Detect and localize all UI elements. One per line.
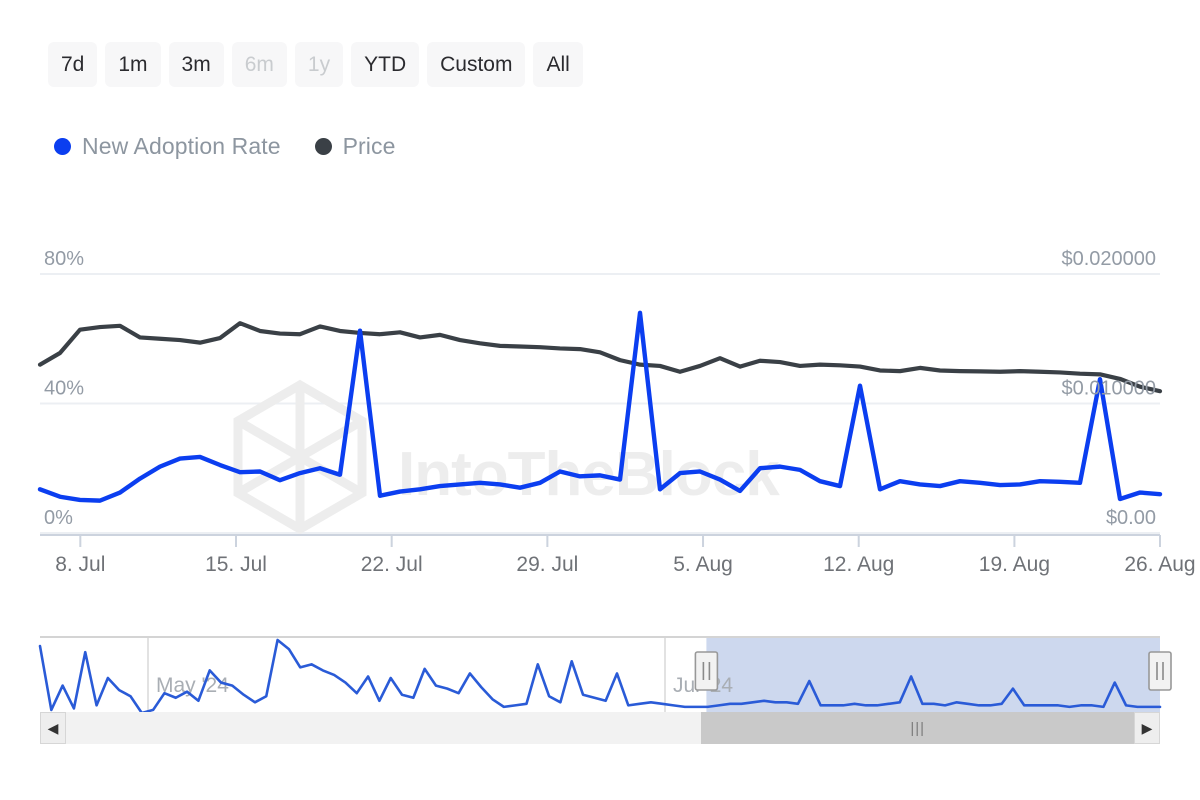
- right-axis-tick-label: $0.010000: [1061, 378, 1156, 400]
- range-button-1y: 1y: [295, 42, 343, 87]
- scrollbar-thumb[interactable]: |||: [701, 712, 1134, 744]
- x-axis-tick-label: 15. Jul: [205, 553, 267, 576]
- range-button-7d[interactable]: 7d: [48, 42, 97, 87]
- x-axis-tick-label: 26. Aug: [1124, 553, 1195, 576]
- circle-dot-icon: [54, 138, 71, 155]
- left-axis-tick-label: 0%: [44, 507, 73, 529]
- left-axis-labels: 0% 40% 80%: [44, 248, 84, 529]
- x-axis-tick-label: 8. Jul: [55, 553, 105, 576]
- left-axis-tick-label: 80%: [44, 248, 84, 270]
- legend-label: Price: [343, 133, 396, 160]
- main-chart[interactable]: IntoTheBlock 0%40%80% $0.00$0.010000$0.0…: [0, 235, 1200, 590]
- right-axis-tick-label: $0.020000: [1061, 248, 1156, 270]
- range-button-ytd[interactable]: YTD: [351, 42, 419, 87]
- x-axis-tick-label: 12. Aug: [823, 553, 894, 576]
- main-chart-svg: IntoTheBlock 0%40%80% $0.00$0.010000$0.0…: [0, 235, 1200, 590]
- navigator-handle-right[interactable]: [1149, 652, 1171, 690]
- navigator-handle-left[interactable]: [695, 652, 717, 690]
- range-button-3m[interactable]: 3m: [169, 42, 224, 87]
- x-axis-tick-label: 5. Aug: [673, 553, 733, 576]
- right-axis-labels: $0.00 $0.010000 $0.020000: [1061, 248, 1156, 529]
- legend-label: New Adoption Rate: [82, 133, 281, 160]
- price-series-line: [40, 323, 1160, 391]
- scrollbar-track[interactable]: |||: [66, 712, 1134, 744]
- circle-dot-icon: [315, 138, 332, 155]
- x-axis-tick-label: 29. Jul: [516, 553, 578, 576]
- right-axis-tick-label: $0.00: [1106, 507, 1156, 529]
- chevron-left-icon[interactable]: ◀: [40, 712, 66, 744]
- range-button-all[interactable]: All: [533, 42, 582, 87]
- range-button-1m[interactable]: 1m: [105, 42, 160, 87]
- x-axis: 8. Jul 15. Jul 22. Jul 29. Jul 5. Aug 12. Aug…: [40, 535, 1196, 576]
- range-button-custom[interactable]: Custom: [427, 42, 525, 87]
- range-button-6m: 6m: [232, 42, 287, 87]
- x-axis-tick-label: 19. Aug: [979, 553, 1050, 576]
- left-axis-tick-label: 40%: [44, 378, 84, 400]
- legend-item-price[interactable]: Price: [315, 133, 396, 160]
- chevron-right-icon[interactable]: ▶: [1134, 712, 1160, 744]
- chart-legend: New Adoption Rate Price: [54, 133, 414, 160]
- grip-lines-icon: |||: [910, 720, 925, 737]
- chart-scrollbar[interactable]: ◀ ||| ▶: [40, 712, 1160, 744]
- x-axis-tick-label: 22. Jul: [361, 553, 423, 576]
- legend-item-new-adoption-rate[interactable]: New Adoption Rate: [54, 133, 281, 160]
- range-selector: 7d1m3m6m1yYTDCustomAll: [48, 42, 583, 87]
- intotheblock-watermark: IntoTheBlock: [238, 385, 780, 529]
